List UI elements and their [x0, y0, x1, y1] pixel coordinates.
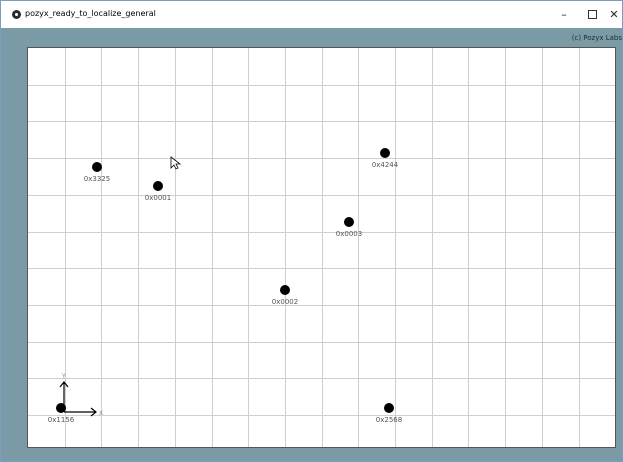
anchor-0x3325[interactable]: 0x3325 [84, 162, 110, 183]
minimize-button[interactable]: – [550, 1, 578, 28]
window-title: pozyx_ready_to_localize_general [25, 9, 156, 18]
maximize-icon [587, 10, 597, 19]
anchor-label: 0x0003 [336, 230, 362, 238]
x-axis-label: X [99, 410, 103, 417]
grid-lines [28, 48, 615, 447]
anchor-0x0001[interactable]: 0x0001 [145, 181, 171, 202]
anchors: 0x3325 0x0001 0x4244 0x0003 0x0002 0x1156 0x25… [48, 148, 402, 424]
anchor-0x2568[interactable]: 0x2568 [376, 403, 402, 424]
anchor-label: 0x1156 [48, 416, 75, 424]
anchor-dot [153, 181, 163, 191]
anchor-label: 0x2568 [376, 416, 402, 424]
minimize-icon: – [561, 8, 567, 21]
anchor-dot [280, 285, 290, 295]
anchor-label: 0x0002 [272, 298, 298, 306]
maximize-button[interactable] [578, 1, 606, 28]
origin-axes: Y X [59, 373, 103, 417]
anchor-dot [56, 403, 66, 413]
anchor-dot [92, 162, 102, 172]
anchor-dot [344, 217, 354, 227]
positioning-map: Y X 0x3325 0x0001 0x4244 0x0003 0x0002 0x1156… [28, 48, 615, 447]
y-axis-label: Y [61, 373, 66, 380]
anchor-dot [384, 403, 394, 413]
positioning-canvas[interactable]: Y X 0x3325 0x0001 0x4244 0x0003 0x0002 0x1156… [27, 47, 616, 448]
app-icon [12, 10, 21, 19]
app-window: pozyx_ready_to_localize_general – ✕ (c) … [0, 0, 623, 462]
close-button[interactable]: ✕ [605, 1, 623, 28]
anchor-label: 0x3325 [84, 175, 110, 183]
anchor-label: 0x0001 [145, 194, 171, 202]
anchor-dot [380, 148, 390, 158]
anchor-0x1156[interactable]: 0x1156 [48, 403, 75, 424]
anchor-label: 0x4244 [372, 161, 399, 169]
close-icon: ✕ [609, 8, 619, 21]
copyright-text: (c) Pozyx Labs [571, 34, 622, 42]
title-bar[interactable]: pozyx_ready_to_localize_general – ✕ [1, 1, 622, 28]
